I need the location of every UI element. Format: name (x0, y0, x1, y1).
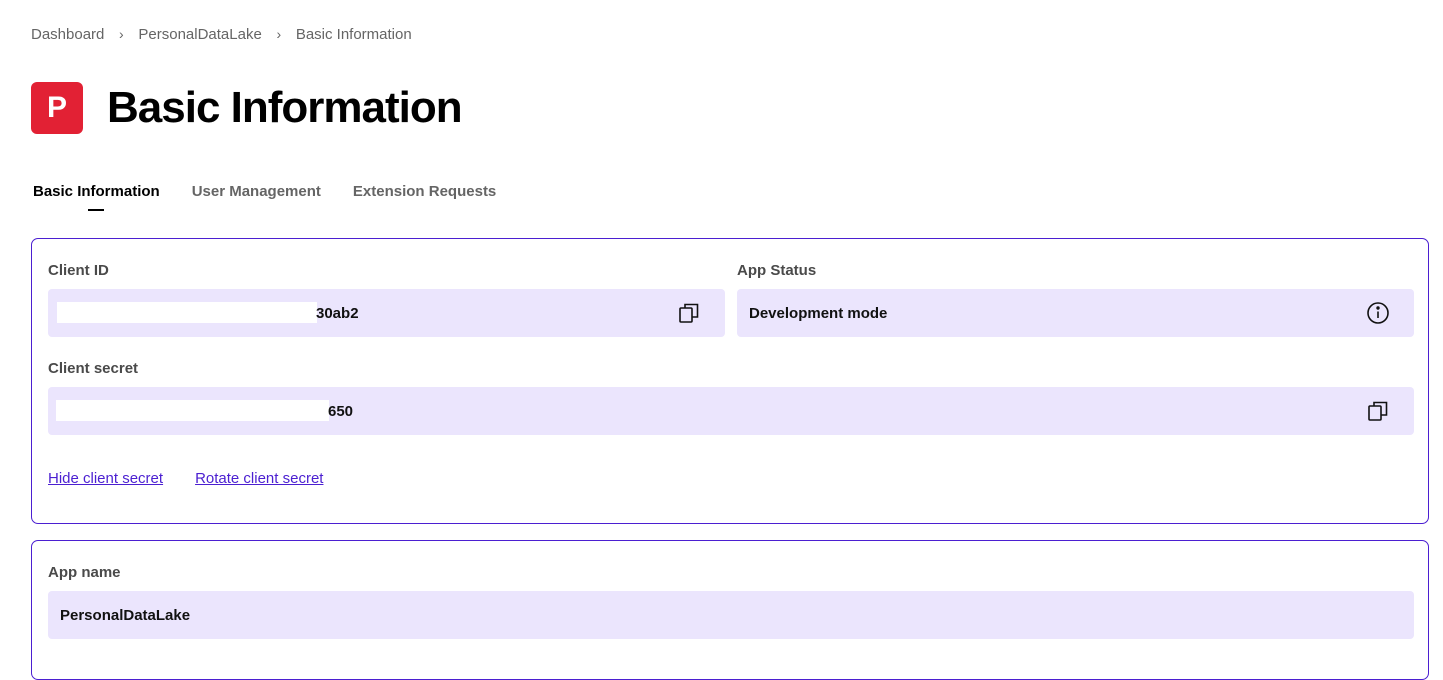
app-logo: P (31, 82, 83, 134)
client-secret-value: 650 (328, 402, 354, 420)
client-secret-field: 650 (48, 387, 1414, 435)
client-secret-label: Client secret (48, 360, 139, 377)
secret-actions: Hide client secret Rotate client secret (48, 470, 355, 487)
breadcrumb-separator-icon: › (119, 26, 124, 42)
info-icon[interactable] (1364, 299, 1392, 327)
tab-extension-requests[interactable]: Extension Requests (353, 180, 496, 204)
tab-basic-information[interactable]: Basic Information (33, 180, 160, 211)
redacted-region (56, 400, 329, 421)
rotate-client-secret-link[interactable]: Rotate client secret (195, 470, 323, 487)
breadcrumb-dashboard[interactable]: Dashboard (31, 26, 104, 43)
app-details-card: App name PersonalDataLake (31, 540, 1429, 680)
app-name-label: App name (48, 564, 121, 581)
breadcrumb-current: Basic Information (295, 25, 412, 43)
app-name-field[interactable]: PersonalDataLake (48, 591, 1414, 639)
page-title: Basic Information (107, 83, 463, 132)
app-status-label: App Status (737, 262, 817, 279)
copy-icon[interactable] (675, 299, 703, 327)
page-header: P Basic Information (31, 82, 463, 134)
tab-user-management[interactable]: User Management (192, 180, 321, 204)
app-status-field: Development mode (737, 289, 1414, 337)
app-status-value: Development mode (749, 304, 888, 322)
hide-client-secret-link[interactable]: Hide client secret (48, 470, 163, 487)
app-name-value: PersonalDataLake (60, 606, 191, 624)
tab-bar: Basic Information User Management Extens… (33, 180, 528, 211)
breadcrumb-separator-icon: › (276, 26, 282, 42)
breadcrumb-app[interactable]: PersonalDataLake (138, 26, 261, 43)
client-id-label: Client ID (48, 262, 109, 279)
redacted-region (57, 302, 317, 323)
credentials-card: Client ID 30ab2 App Status Development m… (31, 238, 1429, 524)
breadcrumb: Dashboard › PersonalDataLake › Basic Inf… (31, 24, 412, 44)
client-id-field: 30ab2 (48, 289, 725, 337)
copy-icon[interactable] (1364, 397, 1392, 425)
client-id-value: 30ab2 (316, 304, 359, 322)
